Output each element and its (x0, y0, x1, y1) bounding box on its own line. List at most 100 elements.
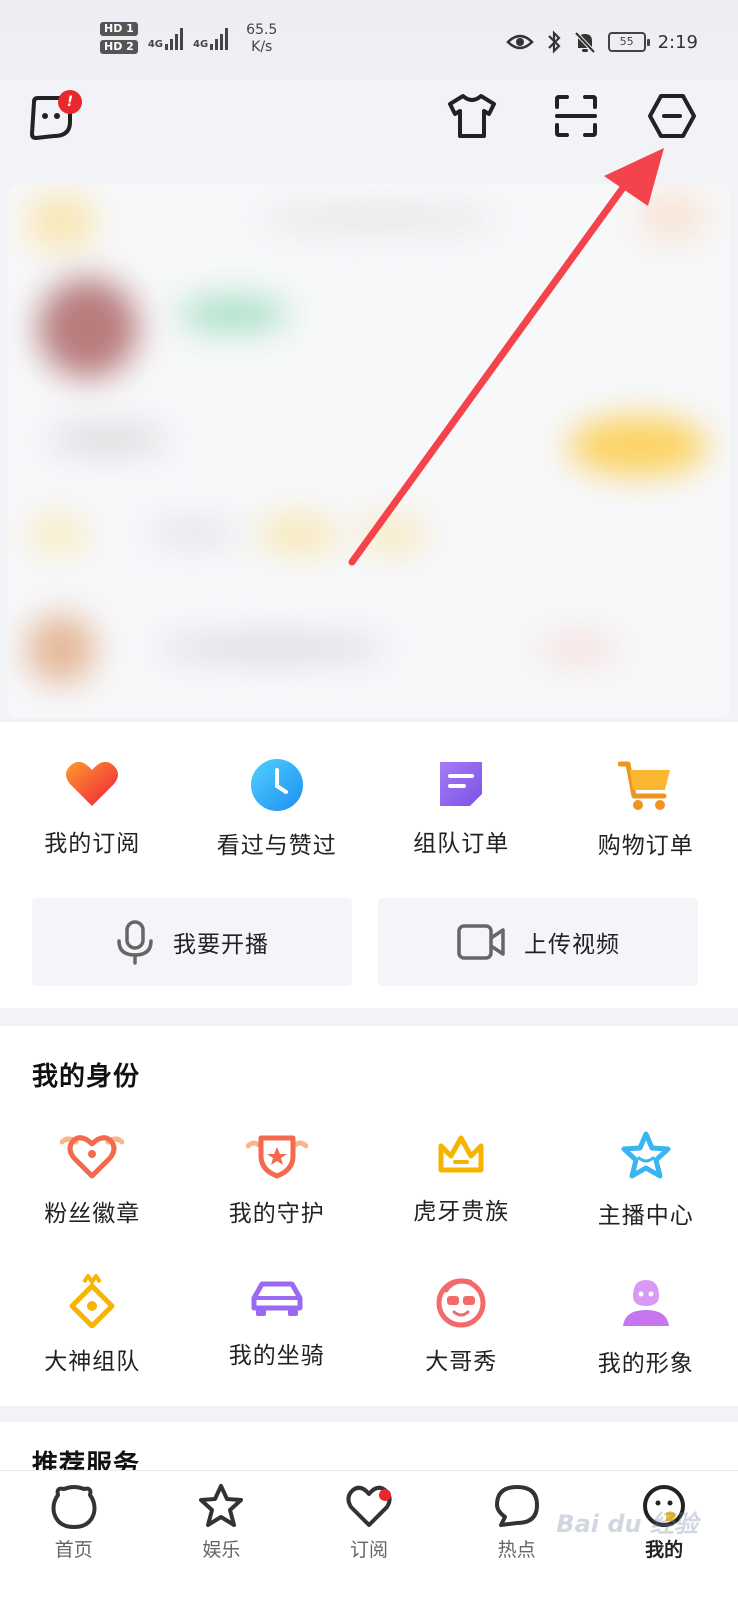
mute-bell-icon (574, 31, 596, 54)
tab-label: 我的 (645, 1539, 684, 1561)
note-icon (440, 762, 483, 806)
avatar-figure-icon (622, 1280, 669, 1326)
profile-card-blurred[interactable] (8, 184, 730, 718)
signal-bars-icon (210, 26, 229, 50)
big-brother-icon (436, 1278, 486, 1328)
tab-subscribe[interactable]: 订阅 (295, 1471, 443, 1600)
blurred-row-badge (258, 514, 338, 554)
blurred-row-tag (538, 634, 618, 664)
quick-action-history[interactable]: 看过与赞过 (185, 758, 370, 860)
heart-icon (66, 761, 119, 806)
microphone-icon (117, 920, 153, 965)
start-broadcast-button[interactable]: 我要开播 (32, 898, 352, 986)
bluetooth-icon (547, 30, 561, 54)
quick-action-label: 我的订阅 (44, 831, 141, 857)
identity-grid-row-1: 粉丝徽章 我的守护 虎牙贵族 主播中心 (0, 1130, 738, 1230)
identity-noble[interactable]: 虎牙贵族 (369, 1130, 554, 1230)
identity-grid-row-2: 大神组队 我的坐骑 大哥秀 我的形象 (0, 1274, 738, 1378)
sim2-badge: HD 2 (100, 40, 138, 54)
signal-1: 4G (148, 26, 183, 50)
blurred-level-badge (26, 192, 96, 252)
recommend-section: 推荐服务 (0, 1422, 738, 1472)
network-speed: 65.5 K/s (246, 22, 277, 56)
fan-badge-icon (60, 1135, 125, 1179)
identity-anchor-center[interactable]: 主播中心 (554, 1130, 738, 1230)
signal-bars-icon (165, 26, 183, 50)
outfit-button[interactable] (442, 86, 502, 146)
watermark: Bai du 经验 (556, 1510, 698, 1538)
identity-section: 我的身份 粉丝徽章 我的守护 虎牙贵族 主播中心 大神组队 我的坐骑 大哥秀 我… (0, 1026, 738, 1406)
tab-label: 热点 (497, 1539, 536, 1561)
identity-label: 大神组队 (44, 1349, 141, 1375)
home-icon (51, 1485, 97, 1529)
identity-label: 我的守护 (228, 1201, 325, 1227)
battery-indicator: 55 (607, 32, 650, 52)
identity-label: 主播中心 (597, 1203, 694, 1229)
blurred-stat-text (48, 424, 168, 454)
clock: 2:19 (657, 31, 698, 53)
identity-label: 我的坐骑 (228, 1343, 325, 1369)
upload-video-label: 上传视频 (524, 932, 620, 958)
tab-entertainment[interactable]: 娱乐 (148, 1471, 296, 1600)
sim-indicators: HD 1 HD 2 (100, 22, 138, 54)
tshirt-icon (448, 94, 496, 138)
blurred-small-icon (28, 514, 88, 554)
upload-video-button[interactable]: 上传视频 (378, 898, 698, 986)
crown-icon (438, 1135, 484, 1173)
identity-title: 我的身份 (32, 1062, 141, 1092)
blurred-username-tag (178, 296, 288, 332)
blurred-corner-badge (638, 192, 708, 242)
identity-label: 大哥秀 (425, 1349, 498, 1375)
quick-action-label: 组队订单 (413, 831, 510, 857)
identity-label: 粉丝徽章 (44, 1201, 141, 1227)
quick-action-label: 看过与赞过 (216, 833, 337, 859)
speed-value: 65.5 (246, 22, 278, 38)
quick-action-subscriptions[interactable]: 我的订阅 (0, 758, 185, 860)
quick-action-label: 购物订单 (597, 833, 694, 859)
status-right: 55 2:19 (505, 30, 698, 54)
quick-actions-section: 我的订阅 看过与赞过 组队订单 购物订单 我要开播 上传视频 (0, 722, 738, 1008)
blurred-action-button (568, 416, 708, 476)
entertainment-icon (199, 1484, 244, 1527)
status-left: HD 1 HD 2 4G 4G 65.5 K/s (100, 22, 277, 56)
identity-avatar-image[interactable]: 我的形象 (554, 1274, 738, 1378)
start-broadcast-label: 我要开播 (173, 932, 269, 958)
tab-home[interactable]: 首页 (0, 1471, 148, 1600)
quick-action-shop-orders[interactable]: 购物订单 (554, 758, 738, 860)
scan-icon (555, 95, 597, 137)
blurred-header-text (258, 204, 498, 234)
quick-action-team-orders[interactable]: 组队订单 (369, 758, 554, 860)
identity-fan-badge[interactable]: 粉丝徽章 (0, 1130, 185, 1230)
scan-button[interactable] (546, 86, 606, 146)
identity-big-brother-show[interactable]: 大哥秀 (369, 1274, 554, 1378)
settings-hexagon-icon (648, 94, 696, 138)
guard-shield-icon (245, 1135, 308, 1179)
team-badge-icon (69, 1274, 115, 1328)
tab-label: 首页 (54, 1539, 93, 1561)
identity-guard[interactable]: 我的守护 (185, 1130, 370, 1230)
eye-icon (505, 34, 534, 50)
recommend-title: 推荐服务 (32, 1450, 141, 1472)
identity-master-team[interactable]: 大神组队 (0, 1274, 185, 1378)
signal-2: 4G (193, 26, 229, 50)
quick-actions-grid: 我的订阅 看过与赞过 组队订单 购物订单 (0, 758, 738, 860)
net1-label: 4G (147, 39, 163, 50)
identity-mount[interactable]: 我的坐骑 (185, 1274, 370, 1378)
blurred-row-text (148, 520, 238, 546)
video-camera-icon (457, 924, 505, 960)
blurred-row-text-2 (158, 634, 388, 662)
notification-badge: ! (58, 90, 82, 114)
identity-label: 虎牙贵族 (413, 1199, 510, 1225)
speed-unit: K/s (251, 39, 273, 55)
messages-button[interactable]: ! (20, 88, 82, 148)
clock-icon (250, 759, 303, 811)
cart-icon (617, 761, 670, 810)
tab-label: 订阅 (349, 1539, 388, 1561)
star-face-icon (621, 1131, 671, 1179)
net2-label: 4G (193, 39, 209, 50)
blurred-avatar (38, 278, 138, 378)
blurred-row-avatar (26, 614, 96, 684)
identity-label: 我的形象 (597, 1351, 694, 1377)
settings-button[interactable] (642, 86, 702, 146)
tab-label: 娱乐 (202, 1539, 241, 1561)
